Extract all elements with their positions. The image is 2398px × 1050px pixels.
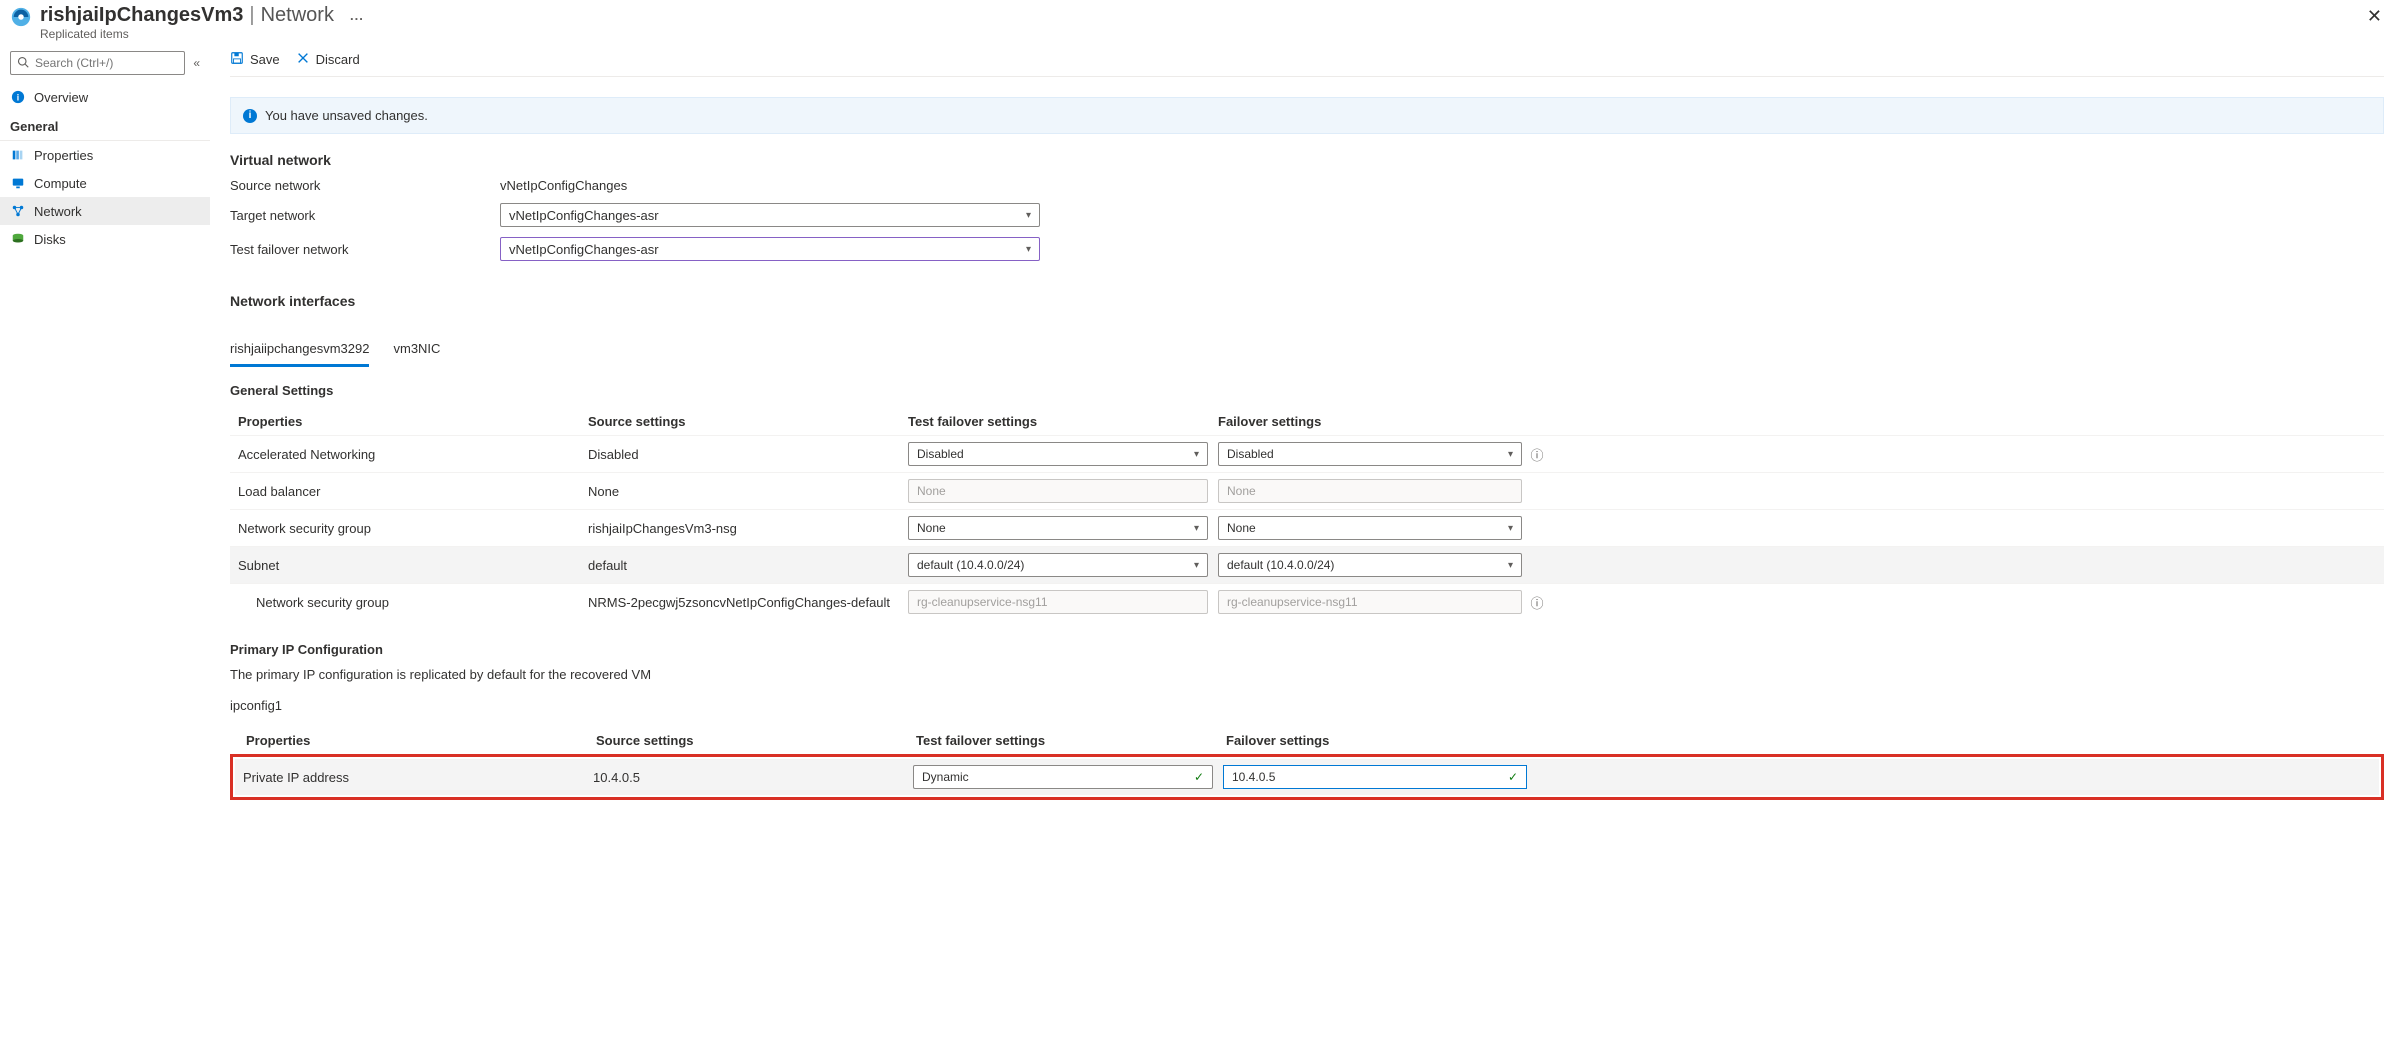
collapse-sidebar-icon[interactable]: « bbox=[191, 54, 202, 72]
sidebar-group-general: General bbox=[0, 115, 210, 141]
sidebar-item-label: Disks bbox=[34, 232, 66, 247]
table-row: Network security group NRMS-2pecgwj5zson… bbox=[230, 583, 2384, 620]
discard-icon bbox=[296, 51, 310, 68]
dropdown-subnet-fo[interactable]: default (10.4.0.0/24)▾ bbox=[1218, 553, 1522, 577]
dropdown-acc-net-fo[interactable]: Disabled▾ bbox=[1218, 442, 1522, 466]
readonly-lb-fo: None bbox=[1218, 479, 1522, 503]
sidebar-item-network[interactable]: Network bbox=[0, 197, 210, 225]
sidebar-item-compute[interactable]: Compute bbox=[0, 169, 210, 197]
unsaved-changes-banner: i You have unsaved changes. bbox=[230, 97, 2384, 134]
chevron-down-icon: ▾ bbox=[1194, 560, 1199, 571]
table-row: Subnet default default (10.4.0.0/24)▾ de… bbox=[230, 546, 2384, 583]
ipconfig-name: ipconfig1 bbox=[230, 698, 2384, 713]
dropdown-nsg-fo[interactable]: None▾ bbox=[1218, 516, 1522, 540]
chevron-down-icon: ▾ bbox=[1194, 523, 1199, 534]
more-actions-icon[interactable]: ... bbox=[350, 8, 364, 23]
compute-icon bbox=[10, 175, 26, 191]
general-settings-table: Properties Source settings Test failover… bbox=[230, 408, 2384, 620]
discard-button-label: Discard bbox=[316, 52, 360, 67]
chevron-down-icon: ▾ bbox=[1026, 244, 1031, 255]
sidebar-item-label: Properties bbox=[34, 148, 93, 163]
chevron-down-icon: ▾ bbox=[1194, 449, 1199, 460]
close-icon[interactable]: ✕ bbox=[2361, 4, 2388, 29]
value-source-network: vNetIpConfigChanges bbox=[500, 178, 627, 193]
subsection-general-settings: General Settings bbox=[230, 383, 2384, 398]
dropdown-subnet-tfo[interactable]: default (10.4.0.0/24)▾ bbox=[908, 553, 1208, 577]
sidebar-search[interactable] bbox=[10, 51, 185, 75]
info-icon[interactable]: ⓘ bbox=[1530, 596, 1543, 611]
svg-text:i: i bbox=[17, 93, 19, 103]
info-icon[interactable]: ⓘ bbox=[1530, 448, 1543, 463]
banner-message: You have unsaved changes. bbox=[265, 108, 428, 123]
network-icon bbox=[10, 203, 26, 219]
info-circle-icon: i bbox=[10, 89, 26, 105]
dropdown-target-network[interactable]: vNetIpConfigChanges-asr ▾ bbox=[500, 203, 1040, 227]
th-fo: Failover settings bbox=[1218, 414, 1528, 429]
chevron-down-icon: ▾ bbox=[1026, 210, 1031, 221]
tab-nic-0[interactable]: rishjaiipchangesvm3292 bbox=[230, 337, 369, 367]
section-title-nics: Network interfaces bbox=[230, 293, 2384, 309]
main-content: Save Discard i You have unsaved changes.… bbox=[210, 43, 2398, 820]
chevron-down-icon: ▾ bbox=[1508, 523, 1513, 534]
blade-header: rishjaiIpChangesVm3 | Network ... Replic… bbox=[0, 0, 2398, 43]
blade-title: Network bbox=[261, 4, 334, 27]
th-fo: Failover settings bbox=[1226, 733, 1536, 748]
properties-icon bbox=[10, 147, 26, 163]
th-source: Source settings bbox=[588, 414, 908, 429]
title-separator: | bbox=[249, 4, 254, 27]
sidebar-item-label: Overview bbox=[34, 90, 88, 105]
tab-nic-1[interactable]: vm3NIC bbox=[393, 337, 440, 367]
search-icon bbox=[17, 56, 29, 71]
th-source: Source settings bbox=[596, 733, 916, 748]
check-icon: ✓ bbox=[1508, 770, 1518, 784]
th-properties: Properties bbox=[246, 733, 596, 748]
dropdown-tfo-network[interactable]: vNetIpConfigChanges-asr ▾ bbox=[500, 237, 1040, 261]
table-row: Network security group rishjaiIpChangesV… bbox=[230, 509, 2384, 546]
sidebar: « i Overview General Properties bbox=[0, 43, 210, 820]
sidebar-item-label: Compute bbox=[34, 176, 87, 191]
primary-ip-note: The primary IP configuration is replicat… bbox=[230, 667, 2384, 682]
disks-icon bbox=[10, 231, 26, 247]
highlighted-row-container: Private IP address 10.4.0.5 Dynamic ✓ 10… bbox=[230, 754, 2384, 800]
sidebar-item-disks[interactable]: Disks bbox=[0, 225, 210, 253]
command-bar: Save Discard bbox=[230, 49, 2384, 77]
chevron-down-icon: ▾ bbox=[1508, 449, 1513, 460]
sidebar-item-overview[interactable]: i Overview bbox=[0, 83, 210, 111]
dropdown-acc-net-tfo[interactable]: Disabled▾ bbox=[908, 442, 1208, 466]
table-row: Load balancer None None None bbox=[230, 472, 2384, 509]
section-title-virtual-network: Virtual network bbox=[230, 152, 2384, 168]
label-source-network: Source network bbox=[230, 178, 500, 193]
sidebar-item-label: Network bbox=[34, 204, 82, 219]
table-row: Accelerated Networking Disabled Disabled… bbox=[230, 435, 2384, 472]
primary-ip-table: Properties Source settings Test failover… bbox=[230, 727, 2384, 800]
subsection-primary-ip: Primary IP Configuration bbox=[230, 642, 2384, 657]
th-properties: Properties bbox=[238, 414, 588, 429]
dropdown-nsg-tfo[interactable]: None▾ bbox=[908, 516, 1208, 540]
site-recovery-icon bbox=[10, 4, 40, 31]
readonly-subnsg-fo: rg-cleanupservice-nsg11 bbox=[1218, 590, 1522, 614]
sidebar-search-input[interactable] bbox=[35, 56, 178, 70]
resource-name: rishjaiIpChangesVm3 bbox=[40, 4, 243, 27]
discard-button[interactable]: Discard bbox=[296, 51, 360, 68]
save-button-label: Save bbox=[250, 52, 280, 67]
sidebar-item-properties[interactable]: Properties bbox=[0, 141, 210, 169]
th-tfo: Test failover settings bbox=[908, 414, 1218, 429]
dropdown-private-ip-tfo[interactable]: Dynamic ✓ bbox=[913, 765, 1213, 789]
chevron-down-icon: ▾ bbox=[1508, 560, 1513, 571]
breadcrumb: Replicated items bbox=[40, 27, 364, 41]
nic-tabs: rishjaiipchangesvm3292 vm3NIC bbox=[230, 337, 2384, 367]
label-target-network: Target network bbox=[230, 208, 500, 223]
th-tfo: Test failover settings bbox=[916, 733, 1226, 748]
save-icon bbox=[230, 51, 244, 68]
label-tfo-network: Test failover network bbox=[230, 242, 500, 257]
readonly-subnsg-tfo: rg-cleanupservice-nsg11 bbox=[908, 590, 1208, 614]
table-row: Private IP address 10.4.0.5 Dynamic ✓ 10… bbox=[235, 759, 2379, 795]
info-icon: i bbox=[243, 109, 257, 123]
readonly-lb-tfo: None bbox=[908, 479, 1208, 503]
input-private-ip-fo[interactable]: 10.4.0.5 ✓ bbox=[1223, 765, 1527, 789]
save-button[interactable]: Save bbox=[230, 51, 280, 68]
check-icon: ✓ bbox=[1194, 770, 1204, 784]
